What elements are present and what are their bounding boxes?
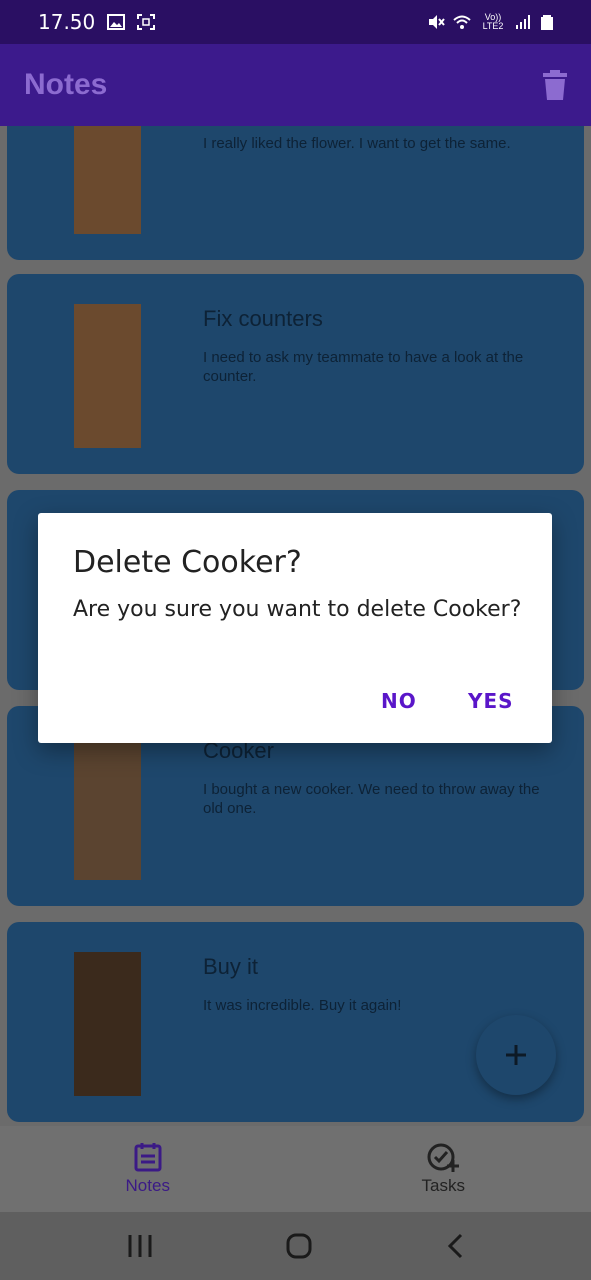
note-body: I need to ask my teammate to have a look… [203,349,524,385]
gallery-icon [107,14,126,30]
app-bar: Notes [0,44,591,126]
signal-icon [516,15,530,29]
note-body: I really liked the flower. I want to get… [203,135,511,152]
recent-apps-icon[interactable] [127,1234,153,1258]
status-time: 17.50 [38,10,96,34]
delete-confirmation-dialog: Delete Cooker? Are you sure you want to … [38,513,552,743]
note-card[interactable]: I really liked the flower. I want to get… [7,126,584,260]
dialog-message: Are you sure you want to delete Cooker? [73,597,522,622]
dialog-title: Delete Cooker? [73,545,302,580]
notes-icon [134,1143,162,1172]
plus-icon [506,1045,526,1065]
nav-label-tasks: Tasks [421,1176,465,1195]
add-task-icon [427,1143,460,1172]
note-body: It was incredible. Buy it again! [203,997,402,1014]
status-bar: 17.50 Vo)) LTE2 [0,0,591,44]
note-card[interactable]: Fix counters I need to ask my teammate t… [7,274,584,474]
yes-button[interactable]: YES [468,689,514,713]
bottom-navigation: Notes Tasks [0,1126,591,1212]
system-navigation-bar [0,1212,591,1280]
app-title: Notes [24,68,108,101]
add-note-button[interactable] [476,1015,556,1095]
note-thumbnail [74,736,141,880]
screenshot-icon [137,14,156,30]
nav-item-notes[interactable]: Notes [0,1126,296,1212]
home-icon[interactable] [286,1233,312,1259]
note-title: Fix counters [203,306,323,331]
back-icon[interactable] [446,1233,464,1259]
nav-item-tasks[interactable]: Tasks [296,1126,591,1212]
network-label: Vo)) LTE2 [482,12,504,31]
mute-icon [429,15,445,29]
battery-icon [541,15,553,30]
note-thumbnail [74,952,141,1096]
note-title: Buy it [203,954,259,979]
wifi-icon [453,15,471,29]
no-button[interactable]: NO [381,689,417,713]
note-thumbnail [74,126,141,234]
trash-icon[interactable] [543,70,567,100]
note-thumbnail [74,304,141,448]
note-body: I bought a new cooker. We need to throw … [203,781,540,817]
nav-label-notes: Notes [125,1176,170,1195]
